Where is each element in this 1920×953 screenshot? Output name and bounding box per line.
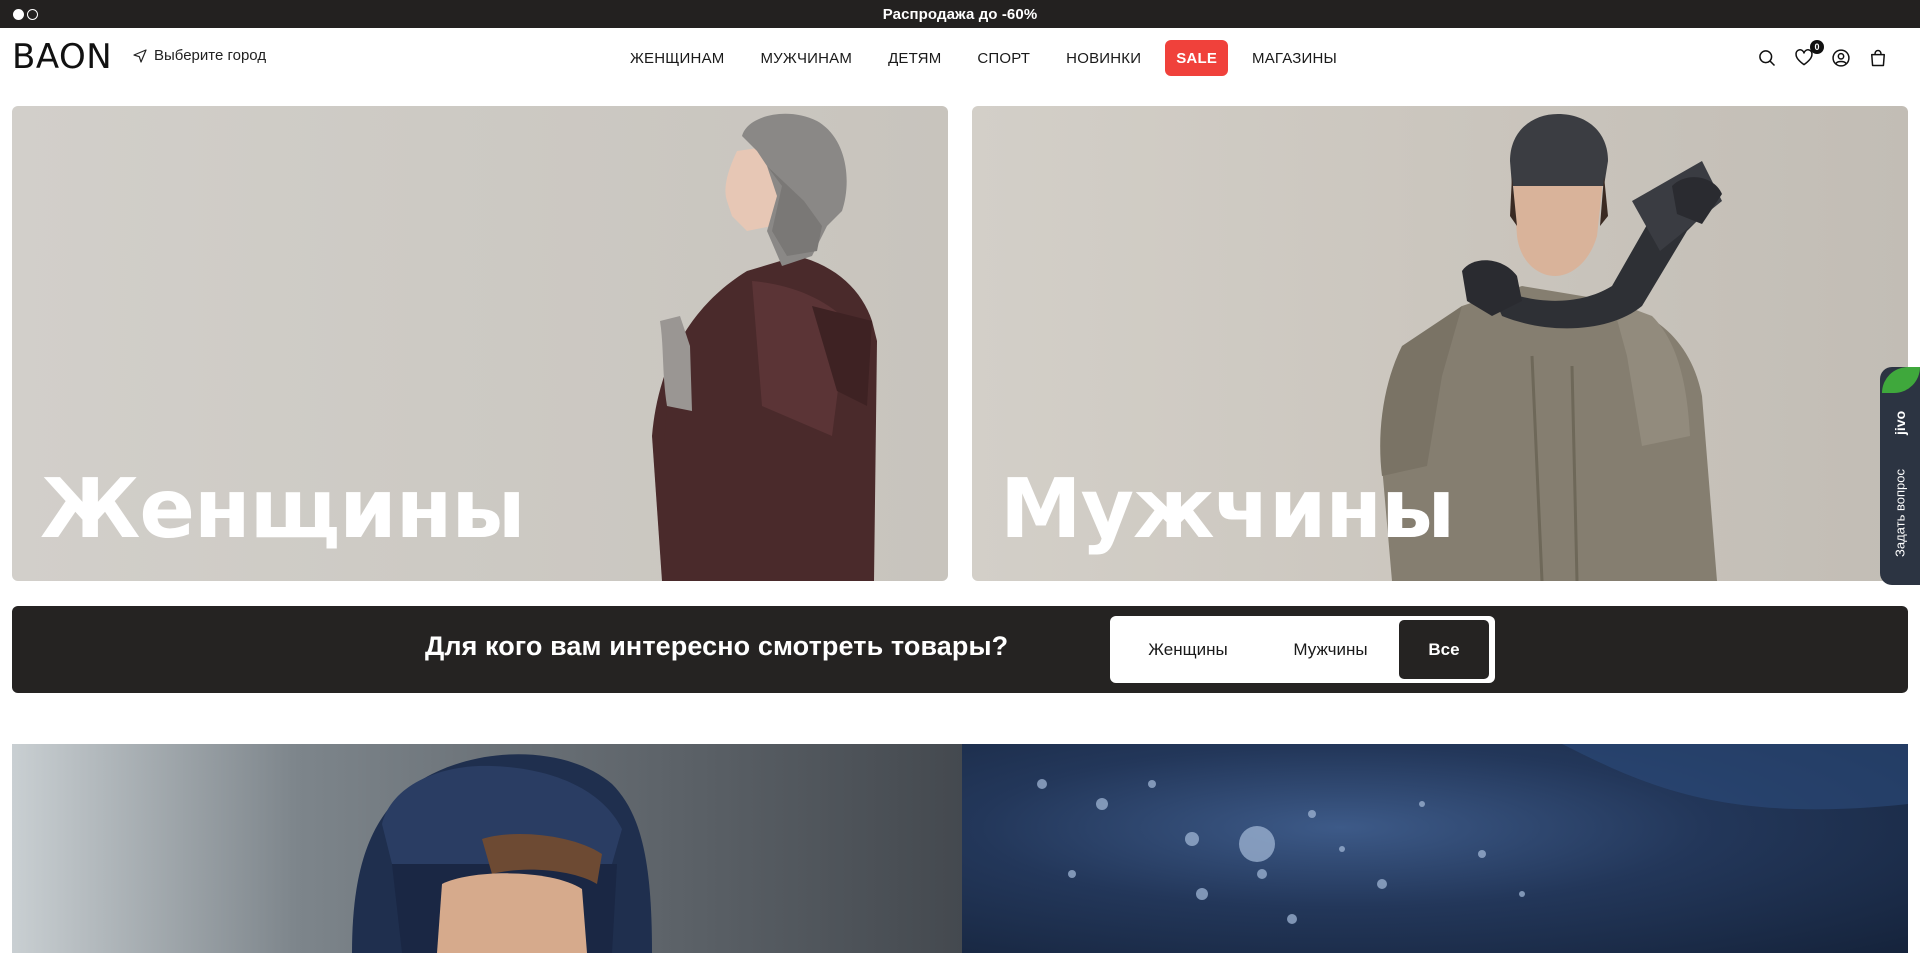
audience-selector: Для кого вам интересно смотреть товары? … xyxy=(12,606,1908,693)
audience-option-women[interactable]: Женщины xyxy=(1114,620,1262,679)
location-arrow-icon xyxy=(133,48,147,63)
chat-widget-tab[interactable]: jivo Задать вопрос xyxy=(1880,367,1920,585)
nav-item-sport[interactable]: СПОРТ xyxy=(959,40,1048,76)
chat-label: Задать вопрос xyxy=(1892,469,1908,557)
cart-bag-icon[interactable] xyxy=(1868,48,1888,68)
hero-men-banner[interactable]: Мужчины xyxy=(972,106,1908,581)
promo-dot-2[interactable] xyxy=(27,9,38,20)
audience-option-all[interactable]: Все xyxy=(1399,620,1489,679)
city-label: Выберите город xyxy=(154,47,267,64)
logo[interactable]: BAON xyxy=(12,40,112,74)
promo-banner-right[interactable] xyxy=(962,744,1908,953)
promo-text[interactable]: Распродажа до -60% xyxy=(883,6,1038,23)
hero-women-banner[interactable]: Женщины xyxy=(12,106,948,581)
account-icon[interactable] xyxy=(1831,48,1851,68)
women-model-image xyxy=(652,113,877,581)
favorites-heart-icon[interactable]: 0 xyxy=(1794,40,1824,68)
promo-bar: Распродажа до -60% xyxy=(0,0,1920,28)
main-nav: ЖЕНЩИНАМ МУЖЧИНАМ ДЕТЯМ СПОРТ НОВИНКИ SA… xyxy=(612,40,1355,76)
chat-leaf-icon xyxy=(1882,367,1920,393)
promo-left-image xyxy=(352,754,652,953)
favorites-count-badge: 0 xyxy=(1810,40,1824,54)
nav-item-women[interactable]: ЖЕНЩИНАМ xyxy=(612,40,742,76)
header: BAON Выберите город ЖЕНЩИНАМ МУЖЧИНАМ ДЕ… xyxy=(0,28,1920,88)
promo-banner-left[interactable] xyxy=(12,744,962,953)
promo-slider-dots xyxy=(13,9,38,20)
hero-women-title: Женщины xyxy=(40,462,526,557)
chat-brand: jivo xyxy=(1892,410,1908,436)
nav-item-new[interactable]: НОВИНКИ xyxy=(1048,40,1159,76)
city-selector[interactable]: Выберите город xyxy=(132,47,266,64)
nav-item-men[interactable]: МУЖЧИНАМ xyxy=(742,40,870,76)
nav-item-sale[interactable]: SALE xyxy=(1165,40,1229,76)
audience-question: Для кого вам интересно смотреть товары? xyxy=(425,631,1009,661)
nav-item-stores[interactable]: МАГАЗИНЫ xyxy=(1234,40,1355,76)
search-icon[interactable] xyxy=(1757,48,1777,68)
audience-segmented-control: Женщины Мужчины Все xyxy=(1110,616,1495,683)
nav-item-kids[interactable]: ДЕТЯМ xyxy=(870,40,959,76)
header-icons: 0 xyxy=(1757,40,1888,68)
hero-men-title: Мужчины xyxy=(1000,462,1455,557)
audience-option-men[interactable]: Мужчины xyxy=(1262,620,1399,679)
promo-right-image xyxy=(1037,744,1908,924)
promo-dot-1[interactable] xyxy=(13,9,24,20)
